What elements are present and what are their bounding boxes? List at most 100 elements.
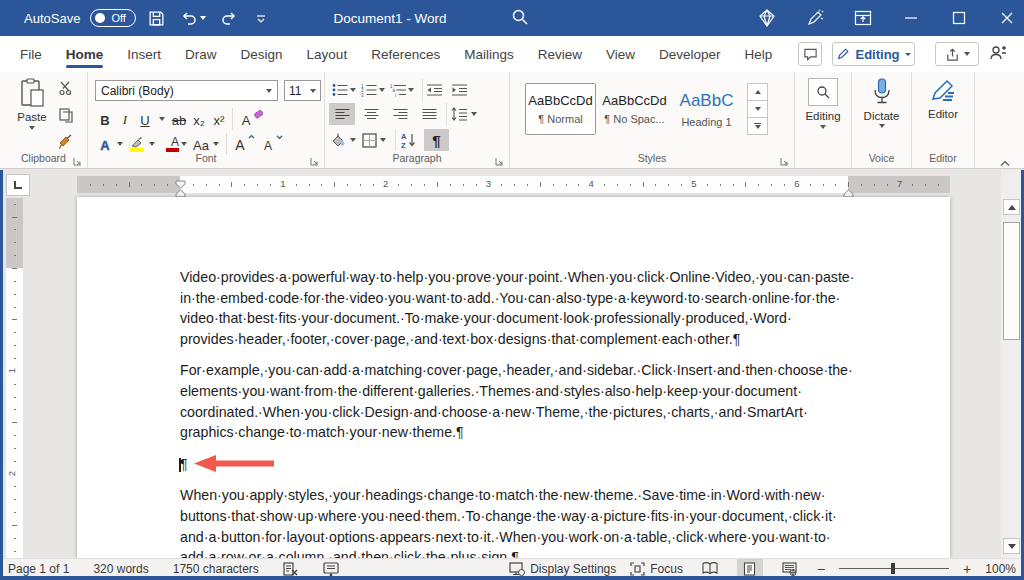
word-count[interactable]: 320 words (93, 562, 148, 576)
tab-design[interactable]: Design (229, 38, 295, 71)
paste-button[interactable]: Paste (10, 78, 54, 150)
show-formatting-marks-button[interactable]: ¶ (424, 129, 449, 151)
text-effects-button[interactable]: A (95, 134, 115, 154)
line-spacing-dropdown[interactable] (471, 112, 477, 116)
font-size-select[interactable]: 11 (284, 80, 321, 101)
macro-recording-icon[interactable] (323, 562, 339, 576)
editor-button[interactable]: Editor (912, 78, 974, 120)
align-left-button[interactable] (329, 103, 355, 125)
zoom-slider[interactable] (839, 559, 949, 578)
tab-selector[interactable] (6, 174, 30, 196)
justify-button[interactable] (416, 103, 442, 125)
tab-view[interactable]: View (594, 38, 647, 71)
align-right-button[interactable] (387, 103, 413, 125)
styles-more-button[interactable] (748, 118, 767, 134)
style-no-spacing[interactable]: AaBbCcDd ¶ No Spac... (599, 83, 670, 135)
highlight-button[interactable] (127, 134, 147, 154)
tab-file[interactable]: File (8, 38, 54, 71)
multilevel-list-button[interactable]: 1ai (390, 79, 406, 101)
print-layout-button[interactable] (737, 559, 763, 578)
inking-pen-icon[interactable] (804, 7, 826, 29)
increase-indent-button[interactable] (451, 79, 468, 101)
multilevel-dropdown[interactable] (408, 88, 414, 92)
horizontal-ruler[interactable]: 1234567 (77, 176, 950, 193)
bold-button[interactable]: B (95, 109, 115, 129)
vertical-scrollbar[interactable] (1001, 170, 1021, 558)
customize-quick-access-icon[interactable] (250, 7, 272, 29)
people-icon[interactable] (988, 44, 1008, 66)
styles-scroll-up[interactable] (748, 84, 767, 101)
minimize-button[interactable] (900, 7, 922, 29)
copy-button[interactable] (58, 107, 75, 127)
superscript-button[interactable]: x² (209, 109, 229, 129)
editing-menu-button[interactable]: Editing (795, 78, 851, 129)
search-icon[interactable] (510, 7, 530, 31)
clipboard-dialog-launcher[interactable] (73, 152, 83, 162)
zoom-in-button[interactable]: + (963, 561, 971, 577)
redo-button[interactable] (218, 7, 240, 29)
web-layout-button[interactable] (777, 559, 803, 578)
dictate-button[interactable]: Dictate (852, 78, 911, 128)
vertical-ruler[interactable]: 12 (6, 198, 23, 558)
sort-button[interactable]: AZ (401, 129, 417, 151)
strikethrough-button[interactable]: ab (169, 109, 189, 129)
shrink-font-button[interactable]: A (258, 134, 278, 154)
styles-scroll-down[interactable] (748, 101, 767, 118)
ribbon-display-options-icon[interactable] (852, 7, 874, 29)
shading-button[interactable] (330, 129, 347, 151)
change-case-button[interactable]: Aa (191, 134, 211, 154)
cut-button[interactable] (58, 80, 75, 100)
tab-layout[interactable]: Layout (295, 38, 360, 71)
close-button[interactable] (996, 7, 1018, 29)
character-count[interactable]: 1750 characters (173, 562, 259, 576)
bullets-button[interactable] (332, 79, 348, 101)
format-painter-button[interactable] (58, 134, 75, 154)
font-name-select[interactable]: Calibri (Body) (95, 80, 278, 101)
clear-formatting-button[interactable]: A (236, 109, 256, 129)
shading-dropdown[interactable] (350, 138, 356, 142)
editing-mode-dropdown[interactable]: Editing (832, 42, 915, 66)
scroll-up-button[interactable] (1003, 199, 1020, 215)
font-dialog-launcher[interactable] (310, 152, 320, 162)
read-mode-button[interactable] (697, 559, 723, 578)
style-heading1[interactable]: AaBbC Heading 1 (671, 83, 742, 135)
zoom-level[interactable]: 100% (985, 562, 1016, 576)
font-color-button[interactable]: A (159, 134, 179, 154)
share-button[interactable] (935, 42, 979, 66)
numbering-button[interactable]: 123 (361, 79, 377, 101)
maximize-button[interactable] (948, 7, 970, 29)
display-settings-button[interactable]: Display Settings (509, 562, 616, 576)
paragraph-dialog-launcher[interactable] (495, 152, 505, 162)
scroll-down-button[interactable] (1003, 538, 1020, 554)
text-effects-dropdown[interactable] (117, 142, 123, 146)
borders-button[interactable] (362, 129, 377, 151)
document-text[interactable]: Video·provides·a·powerful·way·to·help·yo… (180, 267, 856, 558)
grow-font-button[interactable]: A (230, 134, 250, 154)
highlight-dropdown[interactable] (149, 142, 155, 146)
align-center-button[interactable] (358, 103, 384, 125)
decrease-indent-button[interactable] (426, 79, 443, 101)
change-case-dropdown[interactable] (213, 142, 219, 146)
numbering-dropdown[interactable] (379, 88, 385, 92)
autosave-toggle[interactable]: Off (90, 9, 135, 27)
tab-insert[interactable]: Insert (115, 38, 173, 71)
focus-button[interactable]: Focus (630, 562, 683, 576)
tab-help[interactable]: Help (733, 38, 785, 71)
proofing-errors-icon[interactable] (283, 562, 299, 576)
coming-soon-icon[interactable] (756, 7, 778, 29)
style-normal[interactable]: AaBbCcDd ¶ Normal (525, 83, 596, 135)
save-button[interactable] (146, 7, 168, 29)
comments-button[interactable] (798, 42, 822, 66)
scroll-thumb[interactable] (1003, 222, 1020, 340)
underline-button[interactable]: U (135, 109, 155, 129)
undo-button[interactable] (178, 7, 208, 29)
collapse-ribbon-button[interactable] (1000, 154, 1010, 162)
zoom-out-button[interactable]: − (817, 561, 825, 577)
subscript-button[interactable]: x₂ (189, 109, 209, 129)
page-indicator[interactable]: Page 1 of 1 (8, 562, 69, 576)
tab-review[interactable]: Review (526, 38, 594, 71)
underline-dropdown[interactable] (159, 117, 165, 121)
styles-dialog-launcher[interactable] (780, 152, 790, 162)
tab-mailings[interactable]: Mailings (452, 38, 526, 71)
tab-references[interactable]: References (359, 38, 452, 71)
